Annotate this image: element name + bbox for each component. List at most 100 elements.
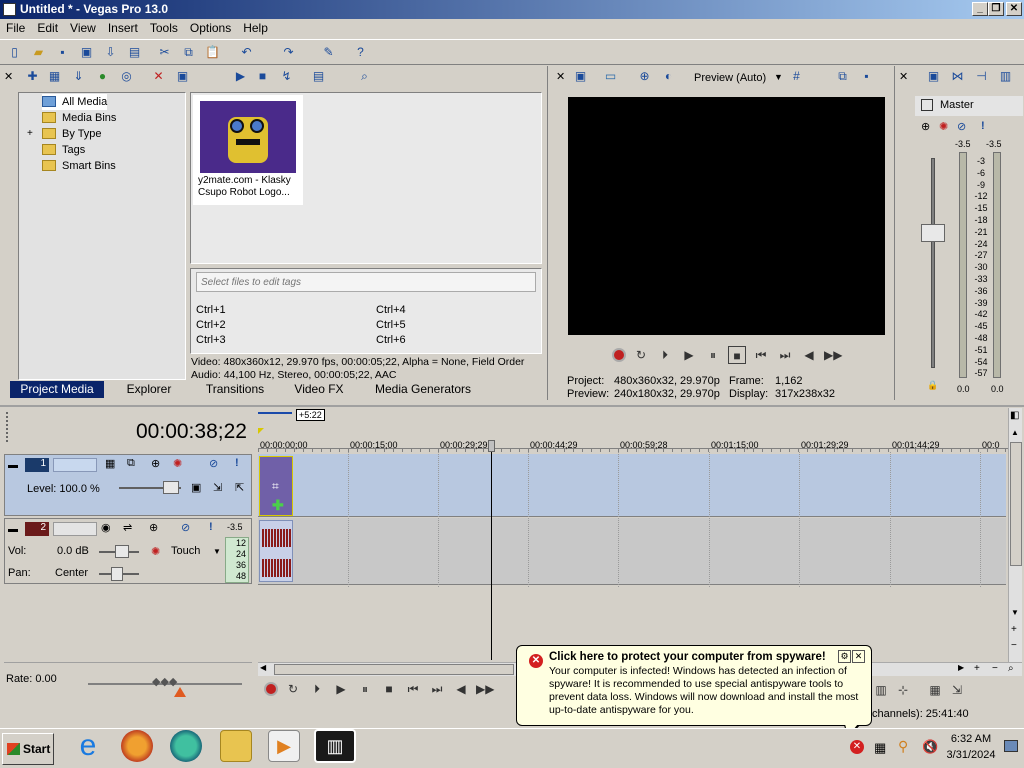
track-minimize-icon[interactable]: ▬ <box>8 524 18 535</box>
automation-mode[interactable]: Touch <box>171 545 200 557</box>
maximize-button[interactable]: ❐ <box>988 2 1004 16</box>
tree-by-type[interactable]: By Type <box>42 126 102 142</box>
tree-all-media[interactable]: All Media <box>42 94 108 110</box>
import-media-icon[interactable]: ✚ <box>24 68 41 85</box>
menu-insert[interactable]: Insert <box>102 19 144 37</box>
selection-edit-icon[interactable]: ▦ <box>926 681 944 699</box>
automation-mode-icon[interactable]: ✺ <box>151 545 160 558</box>
track-name-field[interactable] <box>53 458 97 472</box>
play-from-start-icon[interactable]: ⏵ <box>308 680 326 698</box>
redo-icon[interactable]: ↷ <box>280 44 297 61</box>
pause-icon[interactable]: ⏸ <box>356 680 374 698</box>
playhead-handle[interactable] <box>488 440 495 452</box>
views-icon[interactable]: ▤ <box>310 68 327 85</box>
track-fx-icon[interactable]: ✺ <box>173 457 182 470</box>
undo-icon[interactable]: ↶ <box>238 44 255 61</box>
messenger-icon[interactable] <box>170 730 202 762</box>
external-monitor-icon[interactable]: ▭ <box>602 68 619 85</box>
close-pane-icon[interactable]: ✕ <box>556 70 565 83</box>
automation-icon[interactable]: ⊕ <box>149 521 158 534</box>
marker-icon[interactable]: ◧ <box>1010 410 1019 421</box>
notification-title[interactable]: Click here to protect your computer from… <box>549 651 826 663</box>
search-media-icon[interactable]: ◎ <box>118 68 135 85</box>
arm-record-icon[interactable]: ◉ <box>101 521 111 534</box>
close-pane-icon[interactable]: ✕ <box>899 70 908 83</box>
envelope-edit-icon[interactable]: ⊹ <box>894 681 912 699</box>
save-icon[interactable]: ▪ <box>54 44 71 61</box>
pan-slider-handle[interactable] <box>111 567 123 581</box>
firefox-icon[interactable] <box>121 730 153 762</box>
h-scroll-thumb[interactable] <box>274 664 514 675</box>
prev-frame-icon[interactable]: ◀ <box>452 680 470 698</box>
cut-icon[interactable]: ✂ <box>156 44 173 61</box>
menu-view[interactable]: View <box>64 19 102 37</box>
menu-help[interactable]: Help <box>237 19 274 37</box>
invert-phase-icon[interactable]: ⇌ <box>123 521 132 534</box>
overlays-icon[interactable]: # <box>788 68 805 85</box>
loop-icon[interactable]: ↻ <box>284 680 302 698</box>
zoom-icon[interactable]: ⌕ <box>356 68 373 85</box>
tab-transitions[interactable]: Transitions <box>194 381 276 398</box>
zoom-out-icon[interactable]: − <box>992 663 998 674</box>
meters-icon[interactable]: ▥ <box>997 68 1014 85</box>
copy-icon[interactable]: ⧉ <box>180 44 197 61</box>
tree-media-bins[interactable]: Media Bins <box>42 110 116 126</box>
tab-video-fx[interactable]: Video FX <box>278 381 360 398</box>
composite-parent-icon[interactable]: ⇱ <box>235 481 244 494</box>
region-marker[interactable]: +5:22 <box>296 409 325 421</box>
tags-input[interactable] <box>196 272 536 292</box>
expand-icon[interactable]: + <box>27 128 33 139</box>
play-from-start-icon[interactable]: ⏵ <box>656 346 674 364</box>
project-properties-icon[interactable]: ▣ <box>572 68 589 85</box>
close-pane-icon[interactable]: ✕ <box>4 70 13 83</box>
master-fader-handle[interactable] <box>921 224 945 242</box>
video-track-lane[interactable] <box>258 454 1006 517</box>
minimize-button[interactable]: _ <box>972 2 988 16</box>
save-snapshot-icon[interactable]: ▪ <box>858 68 875 85</box>
level-slider-handle[interactable] <box>163 481 179 494</box>
record-icon[interactable] <box>264 682 278 696</box>
tab-project-media[interactable]: Project Media <box>10 381 104 398</box>
auto-preview-icon[interactable]: ↯ <box>278 68 295 85</box>
scroll-thumb[interactable] <box>1010 442 1022 566</box>
zoom-edit-icon[interactable]: ⇲ <box>948 681 966 699</box>
tree-tags[interactable]: Tags <box>42 142 85 158</box>
render-icon[interactable]: ⇩ <box>102 44 119 61</box>
audio-track-header[interactable]: ▬ 2 ◉ ⇌ ⊕ ⊘ ! -3.5 Vol: 0.0 dB ✺ Touch ▼… <box>4 518 252 584</box>
zoom-out-icon[interactable]: − <box>1011 640 1017 651</box>
save-as-icon[interactable]: ▣ <box>78 44 95 61</box>
automation-icon[interactable]: ⊕ <box>151 457 160 470</box>
solo-icon[interactable]: ! <box>209 521 213 533</box>
file-explorer-icon[interactable] <box>220 730 252 762</box>
compositing-icon[interactable]: ⧉ <box>127 457 135 470</box>
paste-icon[interactable]: 📋 <box>204 44 221 61</box>
scroll-left-icon[interactable]: ◀ <box>260 663 266 672</box>
search-tray-icon[interactable]: ⚲ <box>898 738 908 755</box>
go-to-start-icon[interactable]: ⏮ <box>404 680 422 698</box>
go-to-start-icon[interactable]: ⏮ <box>752 346 770 364</box>
start-button[interactable]: Start <box>2 733 54 765</box>
video-clip[interactable]: ⌗ ✚ <box>259 456 293 516</box>
zoom-in-icon[interactable]: + <box>1011 624 1017 635</box>
splitter[interactable] <box>0 405 1024 407</box>
go-to-end-icon[interactable]: ⏭ <box>776 346 794 364</box>
media-item[interactable]: y2mate.com - Klasky Csupo Robot Logo... <box>193 95 303 205</box>
mute-icon[interactable]: ⊘ <box>957 120 966 133</box>
play-icon[interactable]: ▶ <box>332 680 350 698</box>
zoom-in-icon[interactable]: + <box>974 663 980 674</box>
edit-tool-icon[interactable]: ✎ <box>320 44 337 61</box>
master-fx-icon[interactable]: ✺ <box>939 120 948 133</box>
media-player-icon[interactable]: ▶ <box>268 730 300 762</box>
solo-icon[interactable]: ! <box>235 457 239 469</box>
composite-child-icon[interactable]: ⇲ <box>213 481 222 494</box>
remove-icon[interactable]: ✕ <box>150 68 167 85</box>
scroll-up-icon[interactable]: ▲ <box>1011 428 1019 437</box>
play-icon[interactable]: ▶ <box>232 68 249 85</box>
spyware-notification[interactable]: ✕ Click here to protect your computer fr… <box>516 645 872 726</box>
scroll-down-icon[interactable]: ▼ <box>1011 608 1019 617</box>
downmix-icon[interactable]: ⋈ <box>949 68 966 85</box>
stop-icon[interactable]: ■ <box>254 68 271 85</box>
chevron-down-icon[interactable]: ▼ <box>774 72 783 82</box>
network-tray-icon[interactable]: ▦ <box>874 740 886 756</box>
open-icon[interactable]: ▰ <box>30 44 47 61</box>
